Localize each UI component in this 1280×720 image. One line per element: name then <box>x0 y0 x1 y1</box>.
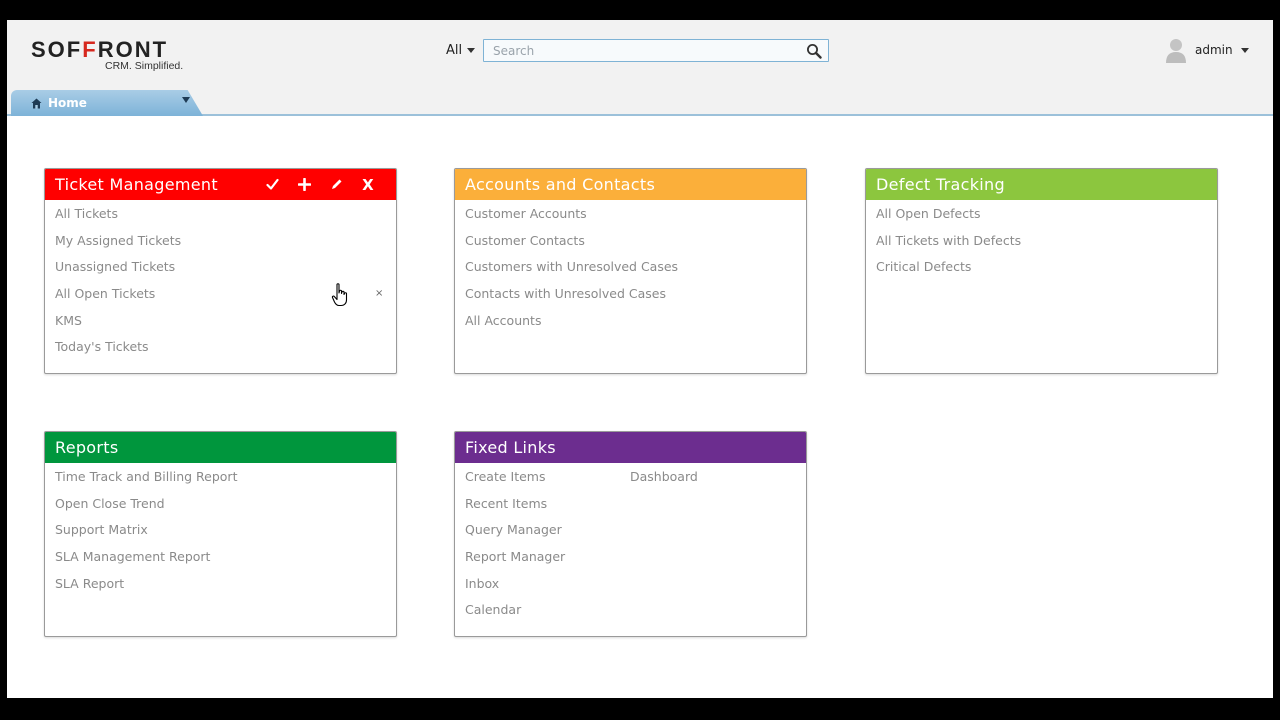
close-widget-button[interactable]: X <box>352 173 384 197</box>
widget-header: Ticket Management X <box>45 169 396 200</box>
widget-title: Reports <box>55 438 119 457</box>
user-menu[interactable]: admin <box>1165 37 1249 63</box>
edit-icon[interactable] <box>320 173 352 197</box>
link-all-accounts[interactable]: All Accounts <box>465 312 796 339</box>
link-query-manager[interactable]: Query Manager <box>465 521 796 548</box>
check-icon[interactable] <box>256 173 288 197</box>
widget-reports: Reports Time Track and Billing Report Op… <box>44 431 397 637</box>
link-tickets-with-defects[interactable]: All Tickets with Defects <box>876 232 1207 259</box>
search-input[interactable] <box>484 40 794 62</box>
link-calendar[interactable]: Calendar <box>465 601 796 628</box>
logo-part-3: RONT <box>97 37 169 62</box>
chevron-down-icon[interactable] <box>182 97 190 103</box>
widget-fixed-links: Fixed Links Create Items Recent Items Qu… <box>454 431 807 637</box>
link-all-tickets[interactable]: All Tickets <box>55 205 386 232</box>
widget-title: Accounts and Contacts <box>465 175 656 194</box>
widget-title: Fixed Links <box>465 438 556 457</box>
search-box <box>483 39 829 62</box>
user-name: admin <box>1195 43 1233 57</box>
link-critical-defects[interactable]: Critical Defects <box>876 258 1207 285</box>
chevron-down-icon <box>467 48 476 53</box>
link-open-close-trend[interactable]: Open Close Trend <box>55 495 386 522</box>
remove-link-icon[interactable]: × <box>375 288 383 299</box>
tab-home-label: Home <box>48 96 87 110</box>
search-scope-dropdown[interactable]: All <box>446 43 476 58</box>
widget-header: Fixed Links <box>455 432 806 463</box>
widget-body: Create Items Recent Items Query Manager … <box>455 463 806 633</box>
link-dashboard[interactable]: Dashboard <box>630 468 698 495</box>
link-customers-unresolved[interactable]: Customers with Unresolved Cases <box>465 258 796 285</box>
tab-home[interactable]: Home <box>11 90 203 116</box>
plus-icon[interactable] <box>288 173 320 197</box>
logo-part-2: F <box>82 37 98 62</box>
home-icon <box>31 98 42 108</box>
link-contacts-unresolved[interactable]: Contacts with Unresolved Cases <box>465 285 796 312</box>
widget-ticket-management: Ticket Management X All Tickets My Assig… <box>44 168 397 374</box>
widget-title: Defect Tracking <box>876 175 1005 194</box>
widget-accounts-and-contacts: Accounts and Contacts Customer Accounts … <box>454 168 807 374</box>
widget-body: Customer Accounts Customer Contacts Cust… <box>455 200 806 343</box>
link-all-open-defects[interactable]: All Open Defects <box>876 205 1207 232</box>
link-report-manager[interactable]: Report Manager <box>465 548 796 575</box>
app-window: SOFFRONT CRM. Simplified. All admin <box>7 20 1273 698</box>
logo-wordmark: SOFFRONT <box>31 38 168 62</box>
widget-title: Ticket Management <box>55 175 218 194</box>
widget-header: Reports <box>45 432 396 463</box>
link-kms[interactable]: KMS <box>55 312 386 339</box>
widget-body: All Open Defects All Tickets with Defect… <box>866 200 1217 290</box>
link-my-assigned-tickets[interactable]: My Assigned Tickets <box>55 232 386 259</box>
widget-defect-tracking: Defect Tracking All Open Defects All Tic… <box>865 168 1218 374</box>
logo-tagline: CRM. Simplified. <box>105 60 184 72</box>
logo-part-1: SOF <box>31 37 83 62</box>
widget-actions: X <box>256 173 384 197</box>
link-customer-accounts[interactable]: Customer Accounts <box>465 205 796 232</box>
link-support-matrix[interactable]: Support Matrix <box>55 521 386 548</box>
link-sla-management-report[interactable]: SLA Management Report <box>55 548 386 575</box>
link-sla-report[interactable]: SLA Report <box>55 575 386 602</box>
hand-cursor-icon <box>331 283 348 307</box>
user-avatar-icon <box>1166 39 1186 63</box>
chevron-down-icon <box>1240 47 1249 53</box>
link-inbox[interactable]: Inbox <box>465 575 796 602</box>
fixed-links-column-2: Dashboard <box>630 468 698 495</box>
widget-header: Defect Tracking <box>866 169 1217 200</box>
soffront-logo[interactable]: SOFFRONT CRM. Simplified. <box>31 38 201 78</box>
search-icon[interactable] <box>806 43 822 59</box>
link-time-track-billing-report[interactable]: Time Track and Billing Report <box>55 468 386 495</box>
link-todays-tickets[interactable]: Today's Tickets <box>55 338 386 365</box>
link-recent-items[interactable]: Recent Items <box>465 495 796 522</box>
header: SOFFRONT CRM. Simplified. All admin <box>7 20 1273 116</box>
link-customer-contacts[interactable]: Customer Contacts <box>465 232 796 259</box>
link-unassigned-tickets[interactable]: Unassigned Tickets <box>55 258 386 285</box>
widget-header: Accounts and Contacts <box>455 169 806 200</box>
widget-body: Time Track and Billing Report Open Close… <box>45 463 396 606</box>
search-scope-label: All <box>446 43 463 58</box>
